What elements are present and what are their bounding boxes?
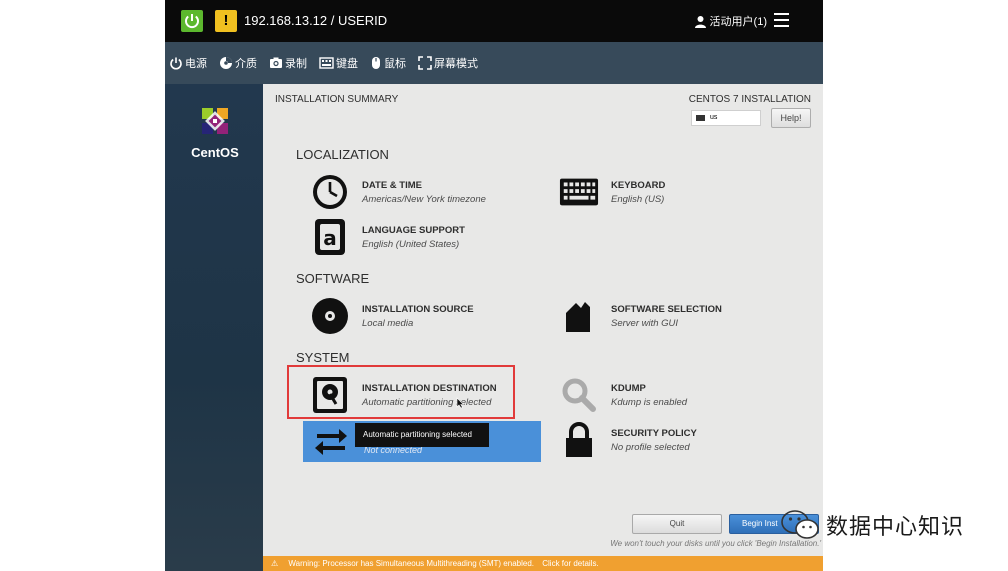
- tooltip: Automatic partitioning selected: [355, 423, 489, 447]
- toolbar-screen-mode[interactable]: 屏幕模式: [418, 55, 478, 71]
- magnifier-icon: [562, 378, 596, 412]
- spoke-software-selection-title: SOFTWARE SELECTION: [611, 304, 722, 315]
- spoke-install-source-title: INSTALLATION SOURCE: [362, 304, 474, 315]
- user-icon: [694, 15, 706, 28]
- spoke-software-selection[interactable]: SOFTWARE SELECTION Server with GUI: [559, 297, 722, 335]
- media-icon: [220, 57, 232, 69]
- spoke-kdump[interactable]: KDUMP Kdump is enabled: [559, 376, 687, 414]
- fullscreen-icon: [418, 56, 432, 70]
- highlight-annotation: [287, 365, 515, 419]
- spoke-date-time-status: Americas/New York timezone: [362, 194, 486, 205]
- toolbar-keyboard-label: 键盘: [336, 58, 358, 70]
- installer-sidebar: CentOS: [165, 84, 263, 571]
- hamburger-menu-icon[interactable]: [774, 13, 789, 27]
- product-title: CENTOS 7 INSTALLATION: [688, 94, 811, 105]
- centos-logo: CentOS: [185, 104, 245, 160]
- section-localization: LOCALIZATION: [296, 147, 389, 162]
- remote-console-topbar: ! 192.168.13.12 / USERID 活动用户(1): [165, 0, 823, 42]
- power-icon: [170, 57, 182, 70]
- power-status-button[interactable]: [181, 10, 203, 32]
- toolbar-media-label: 介质: [235, 58, 257, 70]
- network-arrows-icon: [315, 429, 347, 455]
- spoke-security-status: No profile selected: [611, 442, 690, 453]
- mouse-icon: [372, 57, 380, 69]
- page-title: INSTALLATION SUMMARY: [275, 94, 399, 105]
- spoke-date-time-title: DATE & TIME: [362, 180, 422, 191]
- spoke-kdump-title: KDUMP: [611, 383, 646, 394]
- mouse-cursor-icon: [456, 397, 464, 409]
- toolbar-power-label: 电源: [185, 58, 207, 70]
- spoke-keyboard-title: KEYBOARD: [611, 180, 666, 191]
- toolbar-media[interactable]: 介质: [219, 55, 257, 71]
- wechat-icon: [781, 510, 819, 539]
- quit-button[interactable]: Quit: [632, 514, 722, 534]
- keyboard-layout-value: us: [710, 114, 718, 121]
- keyboard-icon: [319, 57, 334, 69]
- watermark: 数据中心知识: [780, 509, 964, 541]
- spoke-install-source-status: Local media: [362, 318, 414, 329]
- spoke-security-policy[interactable]: SECURITY POLICY No profile selected: [559, 421, 697, 459]
- centos-logo-icon: [202, 108, 228, 134]
- toolbar-screen-mode-label: 屏幕模式: [434, 58, 478, 70]
- toolbar-record[interactable]: 录制: [269, 55, 307, 71]
- help-button[interactable]: Help!: [771, 108, 811, 128]
- keyboard-layout-indicator[interactable]: us: [691, 110, 761, 126]
- package-icon: [566, 302, 590, 332]
- disc-icon: [312, 298, 348, 334]
- warning-icon: !: [223, 12, 229, 29]
- keyboard-icon: [559, 178, 599, 206]
- warning-triangle-icon: ⚠: [271, 559, 279, 568]
- section-system: SYSTEM: [296, 350, 350, 365]
- spoke-language-title: LANGUAGE SUPPORT: [362, 225, 465, 236]
- clock-icon: [313, 175, 347, 209]
- active-users-label: 活动用户(1): [709, 16, 767, 28]
- watermark-text: 数据中心知识: [826, 514, 965, 539]
- toolbar-mouse-label: 鼠标: [384, 58, 406, 70]
- connection-title: 192.168.13.12 / USERID: [244, 13, 388, 28]
- toolbar-record-label: 录制: [285, 58, 307, 70]
- spoke-date-time[interactable]: DATE & TIME Americas/New York timezone: [310, 173, 486, 211]
- spoke-kdump-status: Kdump is enabled: [611, 397, 688, 408]
- language-icon: a: [315, 219, 345, 255]
- svg-text:a: a: [323, 226, 337, 250]
- section-software: SOFTWARE: [296, 271, 370, 286]
- spoke-language-support[interactable]: a LANGUAGE SUPPORT English (United State…: [310, 218, 465, 256]
- spoke-language-status: English (United States): [362, 239, 460, 250]
- toolbar-power[interactable]: 电源: [169, 55, 207, 71]
- toolbar-mouse[interactable]: 鼠标: [370, 55, 406, 71]
- lock-icon: [566, 422, 592, 457]
- toolbar-keyboard[interactable]: 键盘: [319, 55, 358, 71]
- power-icon: [185, 14, 199, 29]
- warning-link[interactable]: Click for details.: [542, 559, 598, 568]
- active-users-button[interactable]: 活动用户(1): [694, 13, 767, 29]
- spoke-software-selection-status: Server with GUI: [611, 318, 679, 329]
- spoke-keyboard[interactable]: KEYBOARD English (US): [559, 173, 665, 211]
- warning-text: Warning: Processor has Simultaneous Mult…: [288, 559, 534, 568]
- installation-summary-panel: INSTALLATION SUMMARY CENTOS 7 INSTALLATI…: [263, 84, 823, 571]
- spoke-keyboard-status: English (US): [611, 194, 665, 205]
- warning-bar[interactable]: ⚠ Warning: Processor has Simultaneous Mu…: [263, 556, 823, 571]
- spoke-security-title: SECURITY POLICY: [611, 428, 697, 439]
- camera-icon: [270, 57, 282, 68]
- screenshot-root: ! 192.168.13.12 / USERID 活动用户(1) 电源 介质 录…: [0, 0, 1008, 571]
- warning-status-button[interactable]: !: [215, 10, 237, 32]
- spoke-installation-source[interactable]: INSTALLATION SOURCE Local media: [310, 297, 474, 335]
- console-toolbar: 电源 介质 录制 键盘 鼠标 屏幕模式: [165, 42, 823, 84]
- brand-name: CentOS: [191, 145, 239, 160]
